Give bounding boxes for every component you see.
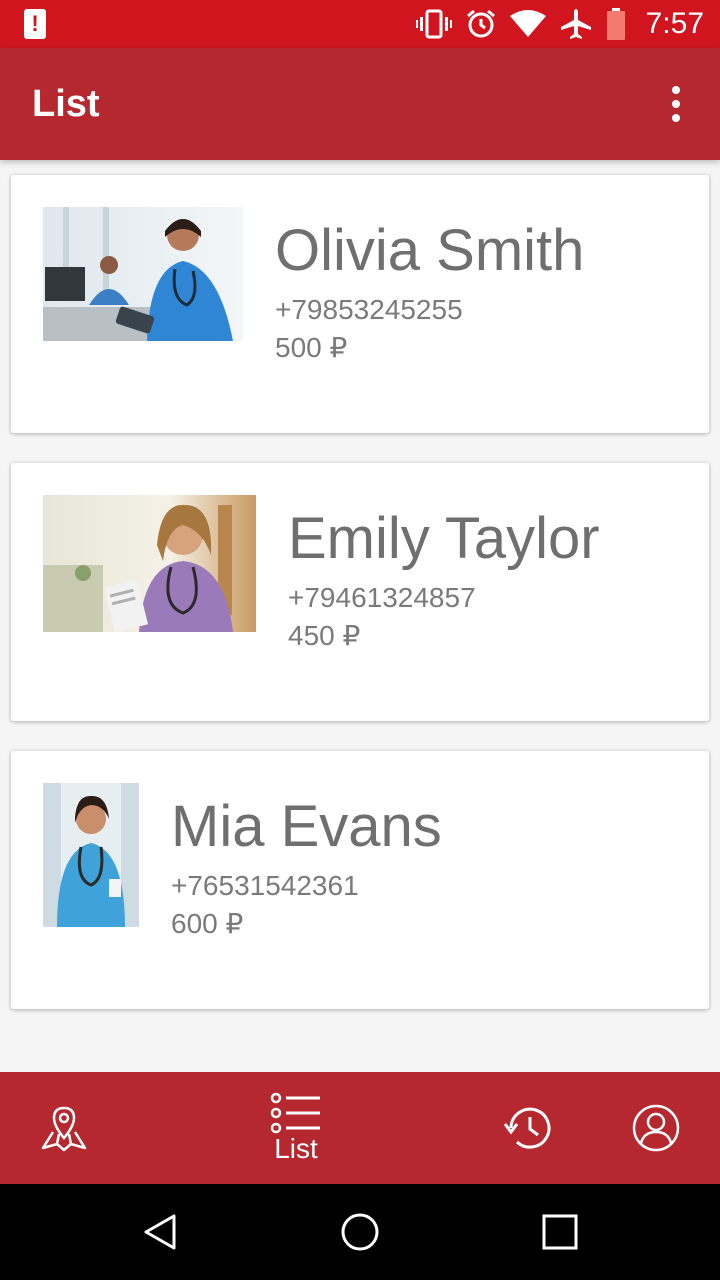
- nav-list[interactable]: List: [246, 1072, 346, 1184]
- wifi-icon: [509, 10, 546, 37]
- list-icon: [270, 1092, 320, 1134]
- page-title: List: [32, 82, 100, 125]
- status-time: 7:57: [645, 7, 704, 40]
- avatar: [43, 783, 139, 927]
- list-item[interactable]: Emily Taylor +79461324857 450 ₽: [11, 463, 709, 721]
- contact-price: 600 ₽: [171, 908, 244, 939]
- contact-name: Emily Taylor: [288, 506, 600, 571]
- avatar: [43, 207, 243, 341]
- more-vert-icon[interactable]: [656, 74, 696, 134]
- vibrate-icon: [415, 9, 452, 39]
- bottom-navigation: List: [0, 1072, 720, 1184]
- contact-name: Mia Evans: [171, 794, 442, 859]
- history-icon: [503, 1107, 551, 1149]
- alert-icon: !: [24, 9, 46, 39]
- contact-name: Olivia Smith: [275, 218, 585, 283]
- nav-list-label: List: [274, 1133, 318, 1164]
- contact-info: Olivia Smith +79853245255 500 ₽: [275, 215, 584, 367]
- nav-history[interactable]: [500, 1072, 556, 1184]
- contact-info: Mia Evans +76531542361 600 ₽: [171, 791, 442, 943]
- recents-icon[interactable]: [536, 1208, 584, 1256]
- alarm-icon: [466, 9, 495, 38]
- contact-price: 500 ₽: [275, 332, 348, 363]
- list-item[interactable]: Olivia Smith +79853245255 500 ₽: [11, 175, 709, 433]
- status-bar: ! 7:57: [0, 0, 720, 48]
- avatar: [43, 495, 256, 632]
- list-item[interactable]: Mia Evans +76531542361 600 ₽: [11, 751, 709, 1009]
- back-icon[interactable]: [136, 1208, 184, 1256]
- app-bar: List: [0, 48, 720, 160]
- contact-price: 450 ₽: [288, 620, 361, 651]
- contact-phone: +76531542361: [171, 870, 359, 901]
- profile-icon: [632, 1104, 680, 1152]
- contact-phone: +79461324857: [288, 582, 476, 613]
- nav-map[interactable]: [24, 1072, 104, 1184]
- system-navigation: [0, 1184, 720, 1280]
- contact-phone: +79853245255: [275, 294, 463, 325]
- airplane-icon: [560, 9, 591, 39]
- battery-icon: [606, 8, 625, 40]
- home-icon[interactable]: [336, 1208, 384, 1256]
- contact-info: Emily Taylor +79461324857 450 ₽: [288, 503, 600, 655]
- map-pin-icon: [41, 1106, 87, 1152]
- nav-profile[interactable]: [626, 1072, 686, 1184]
